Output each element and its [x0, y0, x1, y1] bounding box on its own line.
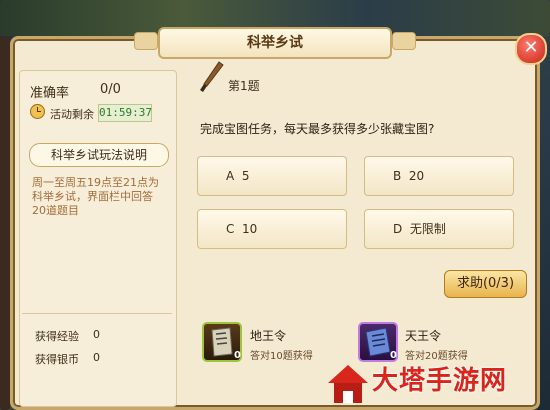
question-text: 完成宝图任务，每天最多获得多少张藏宝图?: [200, 122, 435, 136]
answer-option-c[interactable]: C 10: [197, 209, 347, 249]
rules-button[interactable]: 科举乡试玩法说明: [29, 143, 169, 167]
answer-key: A: [226, 169, 235, 183]
answer-text: 无限制: [409, 222, 446, 236]
silver-value: 0: [93, 351, 100, 364]
watermark-text: 大塔手游网: [372, 366, 508, 396]
window-title: 科举乡试: [158, 27, 392, 59]
remaining-label: 活动剩余: [50, 108, 94, 121]
answer-text: 10: [242, 222, 258, 236]
answer-text: 20: [408, 169, 425, 183]
remaining-time: 01:59:37: [98, 104, 152, 122]
answer-text: 5: [241, 169, 250, 183]
reward-name: 地王令: [250, 329, 287, 343]
clock-icon: [30, 104, 45, 119]
brush-icon: [200, 61, 224, 92]
answer-option-a[interactable]: A 5: [197, 156, 347, 196]
reward-desc: 答对10题获得: [250, 351, 313, 362]
accuracy-value: 0/0: [100, 82, 121, 97]
reward-name: 天王令: [405, 329, 442, 343]
title-wing-left: [134, 32, 158, 50]
silver-label: 获得银币: [35, 353, 79, 366]
answer-key: D: [393, 222, 403, 236]
answer-option-b[interactable]: B 20: [364, 156, 514, 196]
answer-key: B: [393, 169, 402, 183]
close-button[interactable]: ✕: [515, 33, 547, 65]
stats-divider: [22, 313, 172, 314]
answer-key: C: [226, 222, 235, 236]
reward-count: 0: [234, 350, 241, 361]
exp-value: 0: [93, 328, 100, 341]
answer-option-d[interactable]: D 无限制: [364, 209, 514, 249]
help-button[interactable]: 求助(0/3): [444, 270, 527, 298]
accuracy-label: 准确率: [30, 86, 70, 101]
exp-label: 获得经验: [35, 330, 79, 343]
question-number: 第1题: [228, 79, 260, 93]
background-left-edge: [0, 36, 10, 410]
title-wing-right: [392, 32, 416, 50]
rules-text: 周一至周五19点至21点为科举乡试，界面栏中回答20道题目: [32, 176, 159, 217]
